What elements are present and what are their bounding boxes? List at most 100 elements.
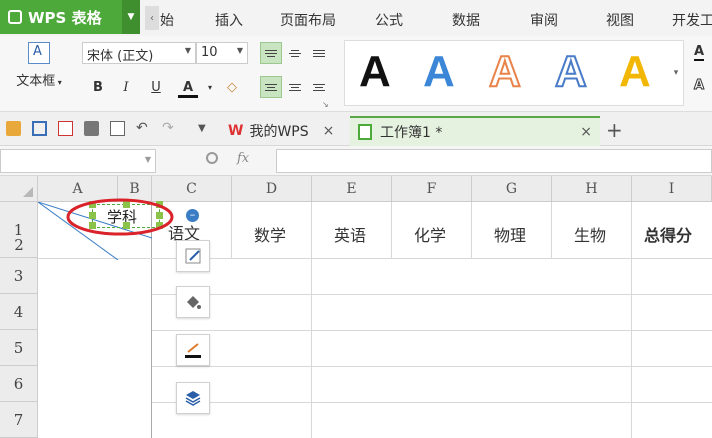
align-bottom-button[interactable] (308, 42, 330, 64)
gridline (152, 258, 712, 259)
align-top-button[interactable] (260, 42, 282, 64)
font-color-button[interactable]: A (178, 78, 198, 98)
align-center-button[interactable] (284, 76, 306, 98)
font-size-select[interactable]: 10 ▼ (196, 42, 248, 64)
gridline (152, 294, 712, 295)
row-header-2[interactable]: 2 (0, 232, 38, 258)
app-menu-button[interactable]: WPS 表格 ▼ (0, 0, 140, 34)
paint-bucket-icon (187, 296, 201, 309)
export-pdf-icon[interactable] (58, 121, 73, 136)
wordart-style-black[interactable]: A (359, 47, 391, 97)
dialog-launcher-icon[interactable]: ↘ (322, 100, 329, 109)
tab-label: 我的WPS (249, 124, 309, 140)
column-header-i[interactable]: I (632, 176, 712, 202)
bold-button[interactable]: B (88, 78, 108, 98)
save-icon[interactable] (32, 121, 47, 136)
select-all-corner[interactable] (0, 176, 38, 202)
new-tab-button[interactable]: + (606, 118, 623, 142)
column-header-f[interactable]: F (392, 176, 472, 202)
menu-developer[interactable]: 开发工 (672, 10, 712, 30)
layers-button[interactable] (176, 382, 210, 414)
menu-data[interactable]: 数据 (452, 10, 480, 30)
minus-circle-icon[interactable]: – (186, 209, 199, 222)
print-icon[interactable] (84, 121, 99, 136)
underline-button[interactable]: U (146, 78, 166, 98)
formula-input[interactable] (276, 149, 712, 173)
collapse-ribbon-button[interactable]: ‹ (145, 6, 159, 30)
menu-page-layout[interactable]: 页面布局 (280, 10, 336, 30)
cell-d1[interactable]: 数学 (254, 222, 286, 246)
italic-button[interactable]: I (116, 78, 136, 98)
layers-icon (185, 391, 201, 406)
shape-style-button[interactable] (176, 240, 210, 272)
wordart-style-blue[interactable]: A (423, 47, 455, 97)
wordart-style-gold[interactable]: A (619, 47, 651, 97)
cell-i1[interactable]: 总得分 (644, 222, 692, 246)
open-folder-icon[interactable] (6, 121, 21, 136)
text-fill-button[interactable]: A (694, 44, 705, 61)
wordart-style-orange-outline[interactable]: A (488, 46, 522, 97)
row-header-4[interactable]: 4 (0, 294, 38, 330)
column-header-g[interactable]: G (472, 176, 552, 202)
line-color-button[interactable] (176, 334, 210, 366)
fx-icon[interactable]: fx (237, 151, 249, 166)
row-header-6[interactable]: 6 (0, 366, 38, 402)
menu-start[interactable]: 始 (160, 10, 174, 30)
line-color-icon (185, 343, 201, 358)
text-outline-button[interactable]: A (693, 78, 704, 94)
spreadsheet-grid: A B C D E F G H I 1 2 3 4 5 6 7 语文 数学 英语… (0, 176, 712, 438)
formula-bar: ▼ fx (0, 146, 712, 176)
zoom-icon[interactable] (206, 152, 218, 164)
app-name: WPS 表格 (28, 8, 102, 27)
gridline (152, 366, 712, 367)
textbox-button[interactable]: 文本框 ▾ (8, 42, 70, 106)
menu-insert[interactable]: 插入 (215, 10, 243, 30)
font-name-value: 宋体 (正文) (87, 49, 154, 64)
gridline (471, 202, 472, 258)
tab-label: 工作簿1 * (380, 125, 443, 141)
align-right-button[interactable] (308, 76, 330, 98)
wps-logo-icon (8, 10, 22, 24)
chevron-down-icon: ▼ (184, 46, 191, 55)
ribbon: 文本框 ▾ 宋体 (正文) ▼ 10 ▼ B I U A ▾ ◇ ↘ A A A… (0, 36, 712, 112)
row-header-7[interactable]: 7 (0, 402, 38, 438)
gridline (152, 330, 712, 331)
wps-logo-icon: W (228, 123, 244, 139)
menu-review[interactable]: 审阅 (530, 10, 558, 30)
wordart-style-blue-outline[interactable]: A (554, 46, 588, 97)
menu-bar: WPS 表格 ▼ ‹ 始 插入 页面布局 公式 数据 审阅 视图 开发工 (0, 0, 712, 36)
close-icon[interactable]: × (323, 123, 335, 139)
column-header-d[interactable]: D (232, 176, 312, 202)
redo-icon[interactable]: ↷ (162, 121, 177, 136)
tab-workbook1[interactable]: 工作簿1 * × (350, 116, 600, 146)
undo-icon[interactable]: ↶ (136, 121, 151, 136)
column-header-h[interactable]: H (552, 176, 632, 202)
cell-g1[interactable]: 物理 (494, 222, 526, 246)
chevron-down-icon[interactable]: ▾ (200, 78, 220, 98)
fill-color-button[interactable] (176, 286, 210, 318)
menu-view[interactable]: 视图 (606, 10, 634, 30)
customize-toolbar-icon[interactable]: ▼ (198, 121, 213, 136)
tab-my-wps[interactable]: W 我的WPS × (224, 116, 348, 146)
close-icon[interactable]: × (580, 124, 592, 140)
cell-e1[interactable]: 英语 (334, 222, 366, 246)
red-annotation-ellipse (66, 198, 174, 236)
column-header-e[interactable]: E (312, 176, 392, 202)
align-middle-button[interactable] (284, 42, 306, 64)
menu-formula[interactable]: 公式 (375, 10, 403, 30)
textbox-icon (28, 42, 50, 64)
gridline (551, 202, 552, 258)
row-header-3[interactable]: 3 (0, 258, 38, 294)
cell-f1[interactable]: 化学 (414, 222, 446, 246)
gridline (152, 402, 712, 403)
clear-format-icon[interactable]: ◇ (222, 78, 242, 98)
print-preview-icon[interactable] (110, 121, 125, 136)
name-box[interactable]: ▼ (0, 149, 156, 173)
align-left-button[interactable] (260, 76, 282, 98)
row-header-5[interactable]: 5 (0, 330, 38, 366)
pen-icon (185, 248, 201, 264)
chevron-down-icon[interactable]: ▼ (122, 0, 140, 34)
gallery-scroll-button[interactable]: ▾ (668, 40, 684, 106)
font-name-select[interactable]: 宋体 (正文) ▼ (82, 42, 196, 64)
cell-h1[interactable]: 生物 (574, 222, 606, 246)
